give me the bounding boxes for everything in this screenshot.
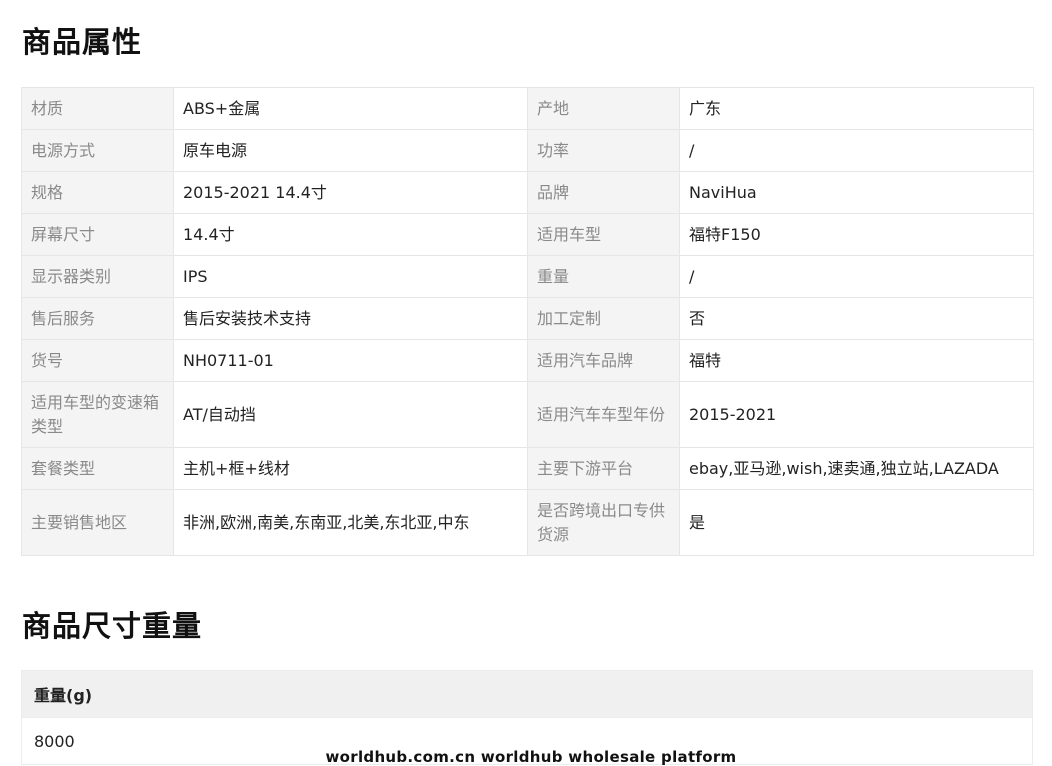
attribute-value: IPS [173, 255, 528, 298]
attribute-label: 主要销售地区 [21, 489, 174, 556]
attribute-value: ebay,亚马逊,wish,速卖通,独立站,LAZADA [679, 447, 1034, 490]
attribute-value: / [679, 255, 1034, 298]
attribute-value: 原车电源 [173, 129, 528, 172]
weight-column-header: 重量(g) [21, 670, 1033, 718]
attribute-label: 重量 [527, 255, 680, 298]
attribute-label: 屏幕尺寸 [21, 213, 174, 256]
attribute-row: 货号 NH0711-01 适用汽车品牌 福特 [21, 339, 1034, 382]
attribute-row: 适用车型的变速箱类型 AT/自动挡 适用汽车车型年份 2015-2021 [21, 381, 1034, 448]
attribute-value: 非洲,欧洲,南美,东南亚,北美,东北亚,中东 [173, 489, 528, 556]
watermark-text: worldhub.com.cn worldhub wholesale platf… [325, 748, 737, 766]
attribute-value: NaviHua [679, 171, 1034, 214]
attribute-label: 加工定制 [527, 297, 680, 340]
attribute-label: 产地 [527, 87, 680, 130]
size-weight-header-row: 重量(g) [21, 670, 1033, 718]
attribute-label: 适用车型 [527, 213, 680, 256]
attribute-label: 是否跨境出口专供货源 [527, 489, 680, 556]
attribute-label: 材质 [21, 87, 174, 130]
attribute-value: 主机+框+线材 [173, 447, 528, 490]
attribute-value: ABS+金属 [173, 87, 528, 130]
attribute-value: 售后安装技术支持 [173, 297, 528, 340]
attribute-value: 广东 [679, 87, 1034, 130]
attribute-row: 显示器类别 IPS 重量 / [21, 255, 1034, 298]
attribute-label: 电源方式 [21, 129, 174, 172]
attribute-row: 套餐类型 主机+框+线材 主要下游平台 ebay,亚马逊,wish,速卖通,独立… [21, 447, 1034, 490]
attribute-label: 适用汽车车型年份 [527, 381, 680, 448]
attribute-value: 是 [679, 489, 1034, 556]
attribute-label: 货号 [21, 339, 174, 382]
attribute-label: 适用汽车品牌 [527, 339, 680, 382]
attribute-value: 福特 [679, 339, 1034, 382]
attribute-value: 否 [679, 297, 1034, 340]
attribute-value: / [679, 129, 1034, 172]
attribute-row: 材质 ABS+金属 产地 广东 [21, 87, 1034, 130]
attribute-value: NH0711-01 [173, 339, 528, 382]
attributes-table: 材质 ABS+金属 产地 广东 电源方式 原车电源 功率 / 规格 2015-2… [21, 87, 1034, 556]
attribute-label: 售后服务 [21, 297, 174, 340]
attribute-label: 品牌 [527, 171, 680, 214]
attribute-value: 福特F150 [679, 213, 1034, 256]
attribute-label: 套餐类型 [21, 447, 174, 490]
attribute-value: 2015-2021 14.4寸 [173, 171, 528, 214]
attribute-row: 屏幕尺寸 14.4寸 适用车型 福特F150 [21, 213, 1034, 256]
attribute-row: 规格 2015-2021 14.4寸 品牌 NaviHua [21, 171, 1034, 214]
attribute-label: 规格 [21, 171, 174, 214]
attribute-value: AT/自动挡 [173, 381, 528, 448]
attribute-value: 2015-2021 [679, 381, 1034, 448]
section-title-size-weight: 商品尺寸重量 [22, 609, 203, 643]
attribute-row: 主要销售地区 非洲,欧洲,南美,东南亚,北美,东北亚,中东 是否跨境出口专供货源… [21, 489, 1034, 556]
attribute-label: 显示器类别 [21, 255, 174, 298]
attribute-value: 14.4寸 [173, 213, 528, 256]
attribute-label: 功率 [527, 129, 680, 172]
attribute-label: 适用车型的变速箱类型 [21, 381, 174, 448]
attribute-row: 售后服务 售后安装技术支持 加工定制 否 [21, 297, 1034, 340]
attribute-label: 主要下游平台 [527, 447, 680, 490]
section-title-attributes: 商品属性 [22, 25, 143, 59]
attribute-row: 电源方式 原车电源 功率 / [21, 129, 1034, 172]
